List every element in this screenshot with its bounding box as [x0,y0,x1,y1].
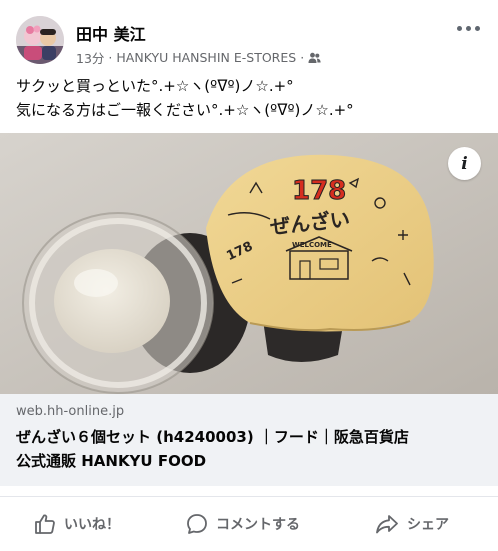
dot-icon [456,25,462,31]
post-meta: 13分 · HANKYU HANSHIN E-STORES · [76,48,321,67]
post-time[interactable]: 13分 [76,48,104,67]
thumbs-up-icon [35,514,55,534]
svg-text:WELCOME: WELCOME [292,241,332,249]
dot-icon [474,25,480,31]
post-text-line: 気になる方はご一報ください°.+☆ヽ(ºᐁº)ノ☆.+° [16,101,354,119]
post-source[interactable]: HANKYU HANSHIN E-STORES [116,50,296,65]
info-icon[interactable]: i [448,147,481,180]
author-avatar[interactable] [16,16,64,64]
link-domain: web.hh-online.jp [16,404,125,419]
link-preview[interactable]: web.hh-online.jp ぜんざい６個セット (h4240003) ｜フ… [0,394,498,486]
comment-label: コメントする [216,517,300,533]
avatar-photo [16,16,64,64]
link-title[interactable]: ぜんざい６個セット (h4240003) ｜フード｜阪急百貨店 公式通販 HAN… [16,425,486,473]
zenzai-product-photo: 178 ぜんざい WELCOME 178 [0,133,498,394]
post-image[interactable]: 178 ぜんざい WELCOME 178 [0,133,498,394]
share-button[interactable]: シェア [375,509,449,539]
comment-button[interactable]: コメントする [186,509,300,539]
share-arrow-icon [376,515,398,534]
post-text-line: サクッと買っといた°.+☆ヽ(ºᐁº)ノ☆.+° [16,77,294,95]
more-options-button[interactable] [450,16,486,40]
post-actions: いいね！ コメントする シェア [0,496,498,551]
comment-bubble-icon [187,514,207,534]
svg-text:178: 178 [292,176,346,206]
author-name[interactable]: 田中 美江 [76,21,146,45]
link-title-line: 公式通販 HANKYU FOOD [16,452,207,470]
post-text: サクッと買っといた°.+☆ヽ(ºᐁº)ノ☆.+° 気になる方はご一報ください°.… [16,74,486,122]
share-label: シェア [407,517,449,533]
meta-separator-2: · [300,50,305,65]
link-title-line: ぜんざい６個セット (h4240003) ｜フード｜阪急百貨店 [16,428,409,446]
meta-separator: · [108,50,113,65]
post-header: 田中 美江 13分 · HANKYU HANSHIN E-STORES · [0,0,498,70]
feed-post: 田中 美江 13分 · HANKYU HANSHIN E-STORES · サク… [0,0,498,550]
friends-icon[interactable] [308,52,321,64]
dot-icon [465,25,471,31]
like-button[interactable]: いいね！ [34,509,120,539]
like-label: いいね！ [64,517,120,533]
